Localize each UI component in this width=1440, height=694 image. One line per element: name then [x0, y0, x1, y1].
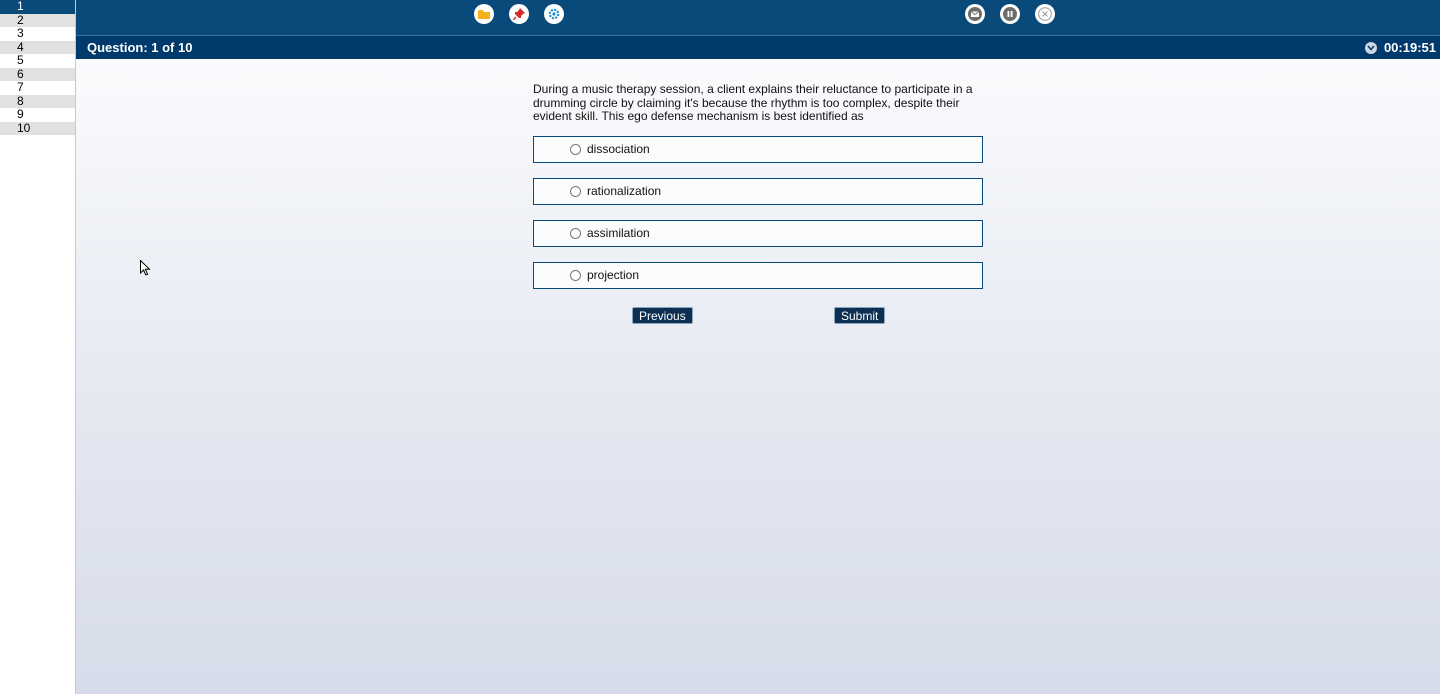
folder-icon [478, 10, 490, 19]
question-navigator: 1 2 3 4 5 6 7 8 9 10 [0, 0, 76, 694]
top-toolbar [76, 0, 1440, 36]
timer-area: 00:19:51 [1364, 40, 1436, 55]
close-icon [1038, 7, 1052, 21]
answer-option-assimilation[interactable]: assimilation [533, 220, 983, 247]
radio-button[interactable] [570, 270, 581, 281]
timer-toggle-button[interactable] [1364, 41, 1377, 54]
mail-icon [968, 7, 982, 21]
answer-label: assimilation [587, 226, 650, 240]
settings-button[interactable] [544, 4, 564, 24]
nav-question-10[interactable]: 10 [0, 121, 75, 135]
settings-icon [548, 8, 560, 20]
mail-button[interactable] [965, 4, 985, 24]
pause-icon [1003, 7, 1017, 21]
question-stem: During a music therapy session, a client… [533, 82, 973, 123]
submit-button[interactable]: Submit [834, 307, 886, 324]
nav-question-4[interactable]: 4 [0, 40, 75, 54]
answer-option-projection[interactable]: projection [533, 262, 983, 289]
question-counter: Question: 1 of 10 [87, 40, 193, 55]
answer-label: rationalization [587, 184, 662, 198]
nav-question-8[interactable]: 8 [0, 94, 75, 108]
chevron-down-icon [1367, 45, 1375, 51]
answer-label: dissociation [587, 142, 650, 156]
close-button[interactable] [1035, 4, 1055, 24]
pause-button[interactable] [1000, 4, 1020, 24]
answer-label: projection [587, 268, 640, 282]
mouse-cursor-icon [140, 260, 151, 276]
nav-question-5[interactable]: 5 [0, 53, 75, 68]
pin-button[interactable] [509, 4, 529, 24]
folder-button[interactable] [474, 4, 494, 24]
answer-option-rationalization[interactable]: rationalization [533, 178, 983, 205]
nav-question-2[interactable]: 2 [0, 13, 75, 27]
pin-icon [513, 8, 525, 20]
nav-question-1[interactable]: 1 [0, 0, 75, 14]
previous-button[interactable]: Previous [632, 307, 693, 324]
nav-question-6[interactable]: 6 [0, 67, 75, 81]
radio-button[interactable] [570, 228, 581, 239]
question-header: Question: 1 of 10 00:19:51 [76, 36, 1440, 59]
nav-question-7[interactable]: 7 [0, 80, 75, 95]
nav-question-3[interactable]: 3 [0, 26, 75, 41]
radio-button[interactable] [570, 144, 581, 155]
answer-option-dissociation[interactable]: dissociation [533, 136, 983, 163]
radio-button[interactable] [570, 186, 581, 197]
nav-question-9[interactable]: 9 [0, 107, 75, 122]
question-content: During a music therapy session, a client… [76, 59, 1440, 694]
countdown-timer: 00:19:51 [1383, 40, 1436, 55]
